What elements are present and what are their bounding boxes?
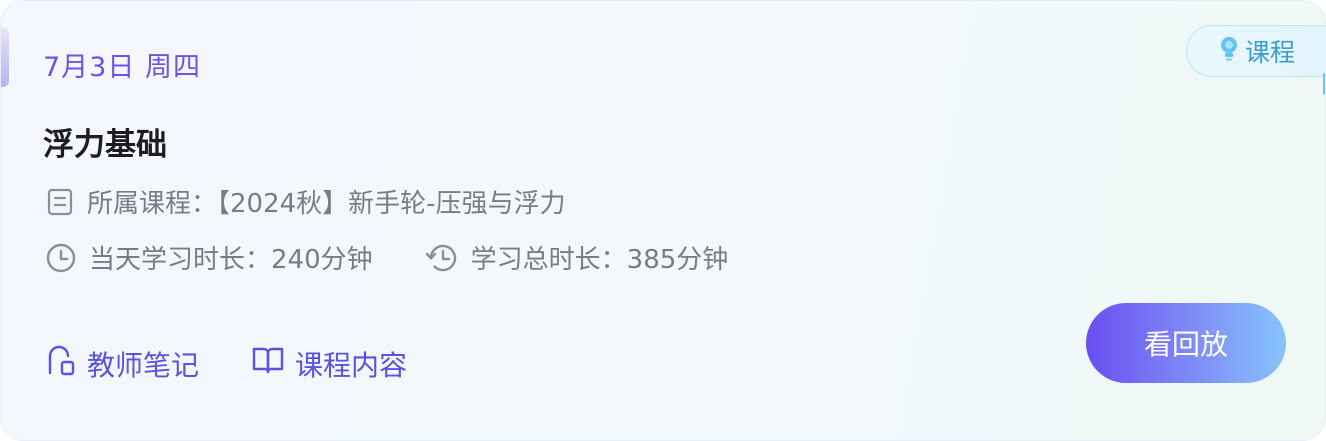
clock-icon [45, 242, 77, 274]
session-date: 7月3日 周四 [43, 52, 201, 83]
action-links: 教师笔记 课程内容 [45, 343, 407, 384]
course-tag: 课程 [1186, 25, 1325, 77]
document-icon [45, 187, 75, 217]
teacher-note-icon [45, 343, 77, 384]
course-info-label: 所属课程： [87, 189, 218, 219]
history-clock-icon [425, 242, 459, 274]
duration-row: 当天学习时长：240分钟 学习总时长：385分钟 [45, 239, 728, 276]
lightbulb-icon [1219, 36, 1239, 66]
open-book-icon [251, 345, 285, 382]
course-record-card: 7月3日 周四 课程 浮力基础 所属课程：【2024秋】新手轮-压强与浮力 当天… [0, 0, 1326, 441]
today-duration-value: 240分钟 [271, 245, 373, 275]
course-info-value: 【2024秋】新手轮-压强与浮力 [217, 189, 566, 219]
teacher-notes-link[interactable]: 教师笔记 [45, 343, 199, 384]
today-duration: 当天学习时长：240分钟 [45, 239, 373, 276]
today-duration-label: 当天学习时长： [89, 245, 272, 275]
course-content-link[interactable]: 课程内容 [251, 344, 407, 384]
teacher-notes-label: 教师笔记 [87, 348, 200, 382]
total-duration-value: 385分钟 [626, 245, 729, 275]
course-content-label: 课程内容 [295, 348, 408, 382]
lesson-title: 浮力基础 [43, 127, 167, 163]
total-duration-label: 学习总时长： [470, 245, 627, 275]
date-accent-bar [1, 27, 9, 87]
watch-replay-button[interactable]: 看回放 [1086, 303, 1286, 383]
total-duration: 学习总时长：385分钟 [425, 239, 729, 276]
course-info-row: 所属课程：【2024秋】新手轮-压强与浮力 [45, 183, 566, 220]
course-tag-label: 课程 [1245, 38, 1296, 67]
